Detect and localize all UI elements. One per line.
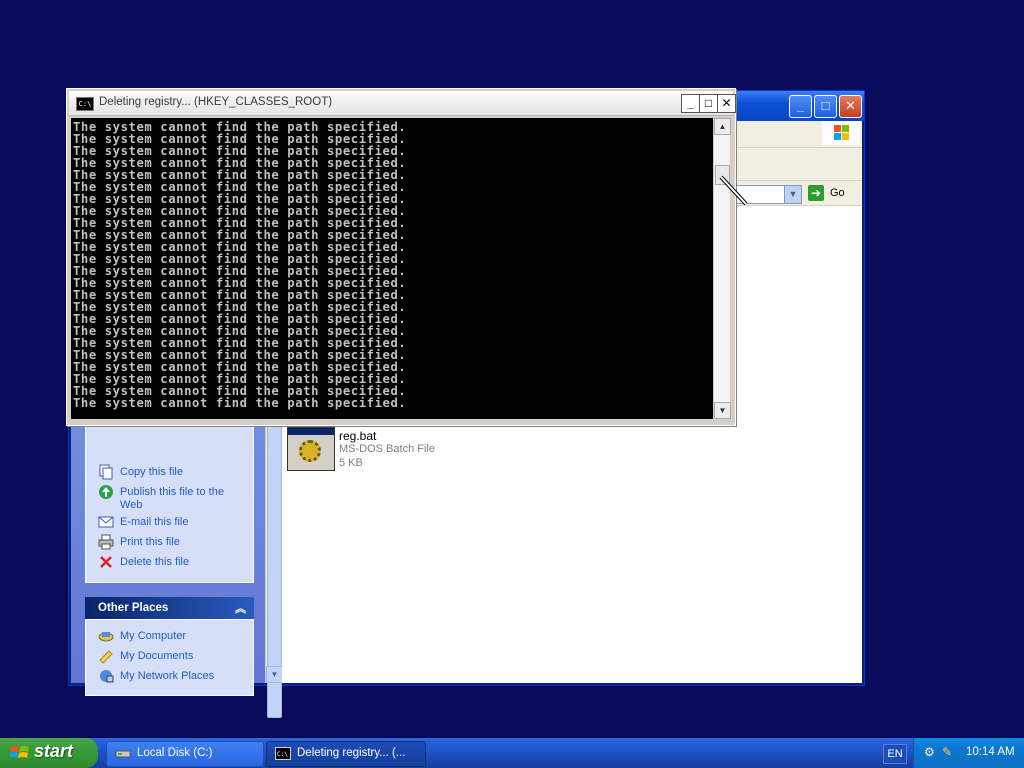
language-indicator[interactable]: EN bbox=[883, 744, 907, 764]
network-icon bbox=[100, 670, 114, 683]
console-lines: The system cannot find the path specifie… bbox=[73, 121, 406, 409]
start-label: start bbox=[34, 741, 74, 761]
console-output[interactable]: The system cannot find the path specifie… bbox=[71, 118, 713, 419]
console-scrollbar[interactable]: ▲ ▼ bbox=[713, 118, 731, 419]
scroll-up-arrow-icon[interactable]: ▲ bbox=[714, 118, 731, 135]
file-size: 5 KB bbox=[339, 457, 363, 469]
task-label: Delete this file bbox=[120, 556, 190, 568]
task-label: Copy this file bbox=[120, 466, 183, 478]
file-name[interactable]: reg.bat bbox=[339, 429, 376, 443]
clock[interactable]: 10:14 AM bbox=[966, 746, 1015, 758]
other-places-header[interactable]: Other Places ︽ bbox=[85, 597, 254, 619]
email-icon bbox=[98, 516, 114, 528]
explorer-maximize-button[interactable]: □ bbox=[814, 95, 837, 118]
place-label: My Network Places bbox=[120, 670, 215, 682]
taskbar-item-label: Local Disk (C:) bbox=[137, 747, 213, 759]
network-tray-icon[interactable]: ⚙ bbox=[924, 745, 938, 759]
task-label: Publish this file to the Web bbox=[120, 486, 224, 511]
console-icon: C:\ bbox=[275, 747, 291, 760]
console-title: Deleting registry... (HKEY_CLASSES_ROOT) bbox=[99, 96, 333, 108]
svg-text:C:\: C:\ bbox=[277, 751, 288, 758]
mouse-cursor-icon bbox=[719, 175, 748, 206]
scroll-down-arrow-icon[interactable]: ▼ bbox=[714, 402, 731, 419]
console-maximize-button[interactable]: □ bbox=[699, 94, 718, 113]
task-label: Print this file bbox=[120, 536, 180, 548]
other-places-title: Other Places bbox=[98, 602, 169, 614]
folder-icon bbox=[99, 650, 113, 664]
go-arrow-icon: ➜ bbox=[808, 185, 824, 201]
scroll-down-arrow-icon[interactable]: ▼ bbox=[266, 666, 283, 683]
start-button[interactable]: start bbox=[0, 738, 98, 768]
globe-icon bbox=[99, 485, 113, 499]
other-places-panel: My Computer My Documents My Network Plac… bbox=[85, 619, 254, 696]
taskbar-item-label: Deleting registry... (... bbox=[297, 747, 406, 759]
place-label: My Computer bbox=[120, 630, 187, 642]
file-type: MS-DOS Batch File bbox=[339, 443, 435, 455]
windows-logo-icon bbox=[822, 121, 860, 145]
explorer-close-button[interactable]: ✕ bbox=[839, 95, 862, 118]
chevron-up-icon[interactable]: ︽ bbox=[235, 600, 246, 616]
console-titlebar[interactable]: C:\ Deleting registry... (HKEY_CLASSES_R… bbox=[69, 91, 736, 116]
place-label: My Documents bbox=[120, 650, 194, 662]
taskbar: start Local Disk (C:) C:\ Deleting regis… bbox=[0, 738, 1024, 768]
go-label: Go bbox=[830, 187, 845, 199]
taskbar-item-local-disk[interactable]: Local Disk (C:) bbox=[106, 741, 264, 767]
console-line: The system cannot find the path specifie… bbox=[73, 396, 407, 410]
batch-file-icon[interactable] bbox=[287, 427, 335, 471]
go-button[interactable]: ➜ Go bbox=[808, 184, 848, 203]
task-label: E-mail this file bbox=[120, 516, 189, 528]
delete-icon bbox=[100, 556, 112, 568]
security-tray-icon[interactable]: ✎ bbox=[942, 745, 956, 759]
printer-icon bbox=[98, 534, 114, 550]
drive-icon bbox=[115, 750, 131, 758]
explorer-minimize-button[interactable]: _ bbox=[789, 95, 812, 118]
console-close-button[interactable]: ✕ bbox=[717, 94, 736, 113]
address-dropdown-button[interactable]: ▼ bbox=[784, 185, 802, 204]
windows-flag-icon bbox=[10, 746, 29, 758]
copy-icon bbox=[99, 464, 113, 480]
console-icon[interactable]: C:\ bbox=[76, 97, 94, 111]
console-minimize-button[interactable]: _ bbox=[681, 94, 700, 113]
computer-icon bbox=[98, 632, 114, 642]
system-tray: ⚙ ✎ 10:14 AM bbox=[913, 738, 1024, 768]
console-window: C:\ Deleting registry... (HKEY_CLASSES_R… bbox=[66, 88, 736, 426]
taskbar-item-console[interactable]: C:\ Deleting registry... (... bbox=[266, 741, 426, 767]
